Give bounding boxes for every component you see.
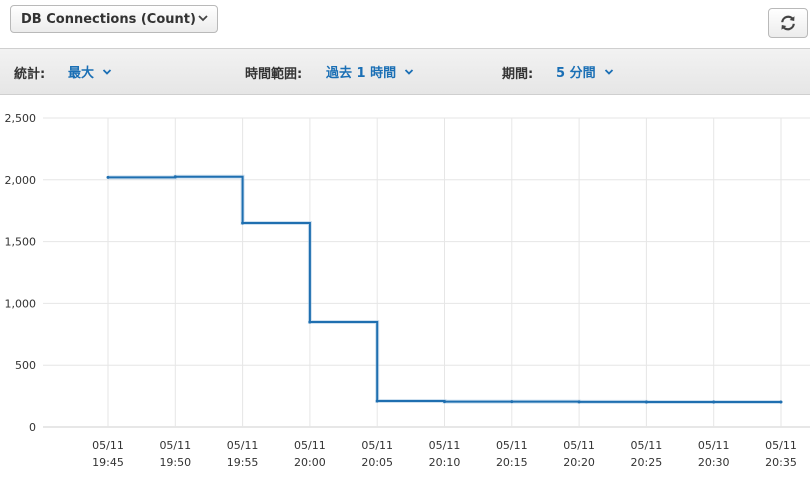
data-point [779, 400, 783, 404]
statistic-value: 最大 [68, 66, 95, 81]
metric-select[interactable]: DB Connections (Count) [10, 5, 218, 33]
x-tick-date: 05/11 [361, 439, 393, 452]
x-tick-time: 20:20 [563, 456, 595, 469]
x-tick-date: 05/11 [294, 439, 326, 452]
x-tick-date: 05/11 [92, 439, 124, 452]
y-tick-label: 500 [15, 359, 36, 372]
x-tick-date: 05/11 [563, 439, 595, 452]
x-tick-time: 19:50 [159, 456, 191, 469]
chevron-down-icon [198, 15, 208, 22]
chevron-down-icon [604, 68, 613, 75]
data-point [173, 175, 177, 179]
x-tick-time: 20:15 [496, 456, 528, 469]
x-tick-time: 20:30 [698, 456, 730, 469]
data-point [510, 400, 514, 404]
data-point [712, 400, 716, 404]
data-point [308, 320, 312, 324]
x-tick-time: 20:00 [294, 456, 326, 469]
chevron-down-icon [102, 68, 112, 75]
time-range-dropdown[interactable]: 過去 1 時間 [326, 62, 414, 81]
data-point [443, 400, 446, 404]
time-range-value: 過去 1 時間 [326, 66, 397, 81]
x-tick-date: 05/11 [631, 439, 663, 452]
data-point [577, 400, 581, 404]
statistic-dropdown[interactable]: 最大 [68, 62, 112, 81]
x-tick-date: 05/11 [496, 439, 528, 452]
x-tick-time: 19:55 [227, 456, 259, 469]
x-tick-date: 05/11 [159, 439, 191, 452]
x-tick-date: 05/11 [227, 439, 259, 452]
metric-select-label: DB Connections (Count) [21, 11, 196, 27]
x-tick-time: 19:45 [92, 456, 124, 469]
x-tick-time: 20:05 [361, 456, 393, 469]
period-dropdown[interactable]: 5 分間 [556, 62, 614, 81]
time-range-label: 時間範囲: [245, 67, 303, 82]
data-point [241, 221, 245, 225]
period-label: 期間: [502, 67, 534, 82]
y-tick-label: 0 [29, 421, 36, 434]
statistic-label: 統計: [14, 67, 46, 82]
data-point [644, 400, 648, 404]
chevron-down-icon [404, 68, 414, 75]
y-tick-label: 2,500 [5, 112, 37, 125]
refresh-icon [781, 15, 795, 31]
data-point [106, 175, 110, 179]
db-connections-chart: 0 500 1,000 1,500 2,000 2,500 05/11 19:45 05/11 1… [5, 112, 810, 469]
y-tick-label: 1,500 [5, 236, 37, 249]
x-tick-time: 20:35 [765, 456, 797, 469]
data-point [375, 399, 379, 403]
x-tick-time: 20:10 [429, 456, 461, 469]
x-tick-date: 05/11 [429, 439, 461, 452]
refresh-button[interactable] [768, 8, 808, 38]
x-tick-date: 05/11 [698, 439, 730, 452]
y-tick-label: 1,000 [5, 297, 37, 310]
chart-header: DB Connections (Count) [0, 0, 810, 48]
y-tick-label: 2,000 [5, 174, 37, 187]
x-tick-date: 05/11 [765, 439, 797, 452]
x-tick-time: 20:25 [631, 456, 663, 469]
period-value: 5 分間 [556, 66, 596, 81]
chart-toolbar: 統計: 最大 時間範囲: 過去 1 時間 期間: 5 分間 [0, 48, 810, 95]
